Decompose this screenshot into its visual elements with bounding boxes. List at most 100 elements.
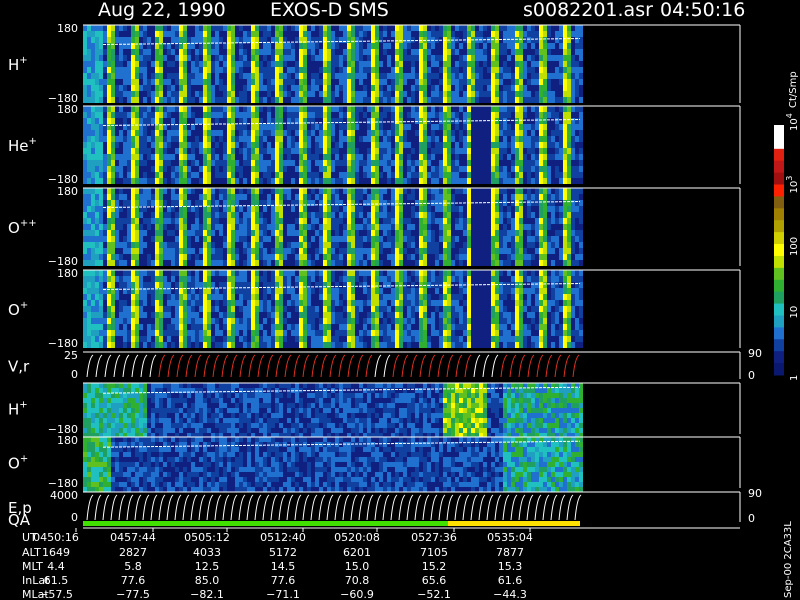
panel-label-sup: + [20,300,28,311]
right-tick-top: 90 [748,487,762,500]
colorbar-swatch [774,196,784,209]
time-row-label: ALT [22,546,41,559]
heatmap-cells [83,270,583,348]
y-tick-top: 180 [57,185,78,198]
right-tick-bottom: 0 [748,512,755,525]
time-cell: 7877 [496,546,524,559]
y-tick-bottom: 0 [71,511,78,524]
colorbar-tick: 100 [789,237,800,256]
time-cell: 0527:36 [411,531,457,544]
panel-oplusplus_angle: O++180−180 [8,185,741,268]
colorbar-swatch [774,220,784,233]
time-cell: 5.8 [124,560,142,573]
panel-label-sup: + [19,55,27,66]
heatmap-cells [83,106,583,184]
panel-label: H+ [8,400,28,419]
colorbar-tick: 10 [789,306,800,319]
time-cell: −60.9 [340,588,374,600]
colorbar-swatch [774,184,784,197]
time-cell: 65.6 [422,574,447,587]
y-tick-top: 180 [57,22,78,35]
qa-segment-good [83,521,448,526]
time-cell: 61.6 [498,574,523,587]
time-cell: −71.1 [266,588,300,600]
time-cell: 6201 [343,546,371,559]
time-cell: 0535:04 [487,531,533,544]
colorbar-swatch [774,244,784,257]
panel-label-sup: ++ [20,218,37,229]
colorbar-swatch [774,160,784,174]
time-cell: 0512:40 [260,531,306,544]
panel-vr: V,r 25 0 90 0 [8,347,762,382]
panel-label: V,r [8,358,30,376]
colorbar-swatch [774,339,784,352]
panel-label: O+ [8,454,28,473]
colorbar-swatch [774,267,784,281]
y-tick-top: 25 [64,349,78,362]
right-tick-bottom: 0 [748,369,755,382]
colorbar-swatch [774,172,784,186]
colorbar-swatch [774,255,784,269]
time-cell: 0520:08 [334,531,380,544]
header-date: Aug 22, 1990 [98,0,226,21]
heatmap-cells [83,25,583,103]
colorbar-swatch [774,125,784,138]
colorbar-swatch [774,351,784,364]
colorbar-swatch [774,208,784,221]
y-tick-top: 180 [57,267,78,280]
time-cell: 85.0 [195,574,220,587]
time-axis-table: UT0450:16 0457:44 0505:12 0512:40 0520:08 052… [22,528,533,600]
colorbar-swatch [774,136,784,150]
time-cell: 5172 [269,546,297,559]
time-cell: 15.2 [422,560,447,573]
panel-label: He+ [8,136,37,155]
time-cell: −52.1 [417,588,451,600]
colorbar-unit: Ct/Smp [788,71,799,108]
qa-label: QA [8,511,31,529]
colorbar-swatch [774,363,784,376]
panel-label: H+ [8,55,28,74]
time-cell: 4.4 [47,560,65,573]
time-cell: −44.3 [493,588,527,600]
panels-group: H+180−180He+180−180O++180−180O+180−180V,… [8,22,762,525]
time-cell: 7105 [420,546,448,559]
time-cell: 4033 [193,546,221,559]
time-cell: 70.8 [345,574,370,587]
colorbar-tick: 1 [789,375,800,381]
time-cell: −77.5 [116,588,150,600]
right-tick-top: 90 [748,347,762,360]
panel-label: O+ [8,300,28,319]
time-cell: 0450:16 [33,531,79,544]
time-cell: 77.6 [271,574,296,587]
colorbar-swatch [774,148,784,162]
header-instrument: EXOS-D SMS [270,0,389,21]
colorbar-tick: 103 [785,176,800,194]
time-cell: 15.0 [345,560,370,573]
time-cell: 14.5 [271,560,296,573]
time-cell: −57.5 [39,588,73,600]
time-cell: 0457:44 [110,531,156,544]
panel-hplus_angle: H+180−180 [8,22,741,105]
time-cell: 61.5 [44,574,69,587]
colorbar-swatch [774,315,784,328]
time-cell: 1649 [42,546,70,559]
time-row-label: MLT [22,560,43,573]
header-file: s0082201.asr [523,0,653,21]
panel-label: O++ [8,218,37,237]
time-cell: 0505:12 [184,531,230,544]
time-cell: 2827 [119,546,147,559]
y-tick-top: 4000 [50,489,78,502]
time-cell: 77.6 [121,574,146,587]
colorbar-swatch [774,291,784,305]
header-start-time: 04:50:16 [660,0,745,21]
colorbar-tick: 104 [785,113,800,131]
time-cell: 12.5 [195,560,220,573]
colorbar-swatch [774,303,784,316]
y-tick-top: 180 [57,434,78,447]
heatmap-cells [83,437,583,492]
panel-oplus_angle: O+180−180 [8,267,741,350]
colorbar-swatch [774,232,784,245]
time-cell: 15.3 [498,560,523,573]
panel-heplus_angle: He+180−180 [8,103,741,186]
spectrogram-figure: Aug 22, 1990 EXOS-D SMS s0082201.asr 04:… [8,0,800,600]
